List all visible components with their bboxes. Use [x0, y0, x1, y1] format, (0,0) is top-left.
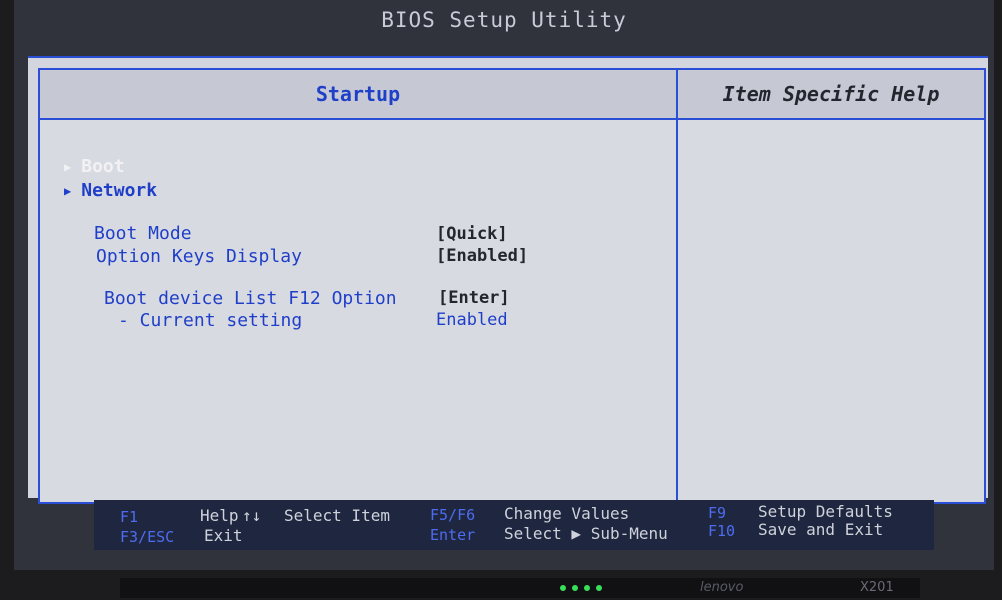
- submenu-network[interactable]: ▶ Network: [64, 180, 157, 201]
- key-arrows-text: Select Item: [284, 506, 390, 525]
- disk-led-icon: [584, 585, 590, 591]
- bios-panel: Startup Item Specific Help ▶ Boot ▶ Netw…: [28, 56, 988, 504]
- key-enter-text: Select ▶ Sub-Menu: [504, 524, 668, 543]
- setting-value-current-setting: Enabled: [436, 310, 508, 330]
- panel-frame: Startup Item Specific Help ▶ Boot ▶ Netw…: [38, 68, 986, 504]
- key-f10[interactable]: F10: [708, 522, 735, 540]
- key-f5f6[interactable]: F5/F6: [430, 506, 475, 524]
- key-enter[interactable]: Enter: [430, 526, 475, 544]
- key-f9[interactable]: F9: [708, 504, 726, 522]
- setting-value-boot-mode[interactable]: [Quick]: [436, 224, 508, 244]
- setting-label-option-keys[interactable]: Option Keys Display: [96, 246, 302, 267]
- help-title: Item Specific Help: [722, 82, 940, 106]
- settings-area: ▶ Boot ▶ Network Boot Mode [Quick] Optio…: [40, 120, 678, 502]
- brand-logo: lenovo: [700, 580, 744, 595]
- submenu-boot-label: Boot: [81, 156, 125, 177]
- model-label: X201: [860, 580, 894, 595]
- key-f5f6-text: Change Values: [504, 504, 630, 523]
- power-led-icon: [560, 585, 566, 591]
- submenu-boot[interactable]: ▶ Boot: [64, 156, 125, 177]
- wifi-led-icon: [596, 585, 602, 591]
- setting-value-option-keys[interactable]: [Enabled]: [436, 246, 528, 266]
- key-f10-text: Save and Exit: [758, 520, 884, 539]
- triangle-right-icon: ▶: [64, 159, 72, 174]
- page-title: Startup: [315, 82, 401, 106]
- key-f9-text: Setup Defaults: [758, 502, 893, 521]
- key-esc[interactable]: F3/ESC: [120, 528, 174, 546]
- triangle-right-icon: ▶: [64, 183, 72, 198]
- bios-screen: BIOS Setup Utility Startup Item Specific…: [14, 0, 994, 570]
- help-header: Item Specific Help: [678, 70, 984, 120]
- key-legend-footer: F1 Help ↑↓ Select Item F3/ESC Exit F5/F6…: [94, 500, 934, 550]
- key-f1[interactable]: F1: [120, 508, 138, 526]
- setting-label-f12-option[interactable]: Boot device List F12 Option: [104, 288, 397, 309]
- setting-value-f12-option[interactable]: [Enter]: [438, 288, 510, 308]
- status-led-strip: [120, 578, 920, 598]
- tab-startup-header[interactable]: Startup: [40, 70, 678, 120]
- submenu-network-label: Network: [81, 180, 158, 201]
- arrows-up-down-icon: ↑↓: [242, 506, 262, 525]
- setting-label-current-setting: - Current setting: [118, 310, 303, 331]
- setting-label-boot-mode[interactable]: Boot Mode: [94, 223, 192, 244]
- battery-led-icon: [572, 585, 578, 591]
- help-area: [678, 120, 984, 502]
- window-title: BIOS Setup Utility: [381, 8, 627, 32]
- key-f1-text: Help: [200, 506, 239, 525]
- key-esc-text: Exit: [204, 526, 243, 545]
